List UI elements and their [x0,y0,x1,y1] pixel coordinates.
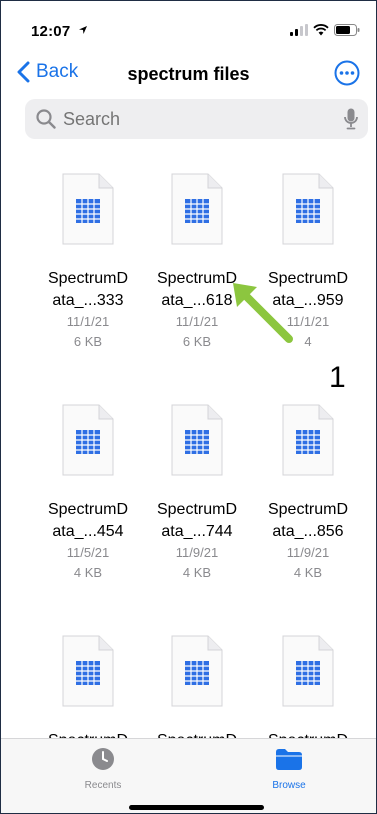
annotation-number: 1 [329,361,346,394]
folder-icon [276,749,302,770]
file-name: SpectrumD ata_...744 [137,499,257,543]
file-item[interactable]: SpectrumD [28,635,148,752]
wifi-icon [313,24,329,36]
spreadsheet-file-icon [282,635,334,707]
tab-recents-label: Recents [84,780,122,791]
file-name-line1: SpectrumD [156,501,238,518]
location-arrow-icon [78,26,87,34]
tab-bar: Recents Browse [1,738,376,813]
file-size: 6 KB [73,334,103,349]
file-date: 11/9/21 [175,545,219,560]
status-time: 12:07 [31,23,88,40]
status-bar: 12:07 [1,1,376,53]
file-item[interactable]: SpectrumD [137,635,257,752]
file-name-line1: SpectrumD [47,501,129,518]
search-bar[interactable] [25,99,368,139]
file-item[interactable]: SpectrumD ata_...856 11/9/21 4 KB [248,404,368,583]
annotation-arrow-icon [233,283,293,343]
microphone-icon[interactable] [344,108,358,130]
spreadsheet-file-icon [171,404,223,476]
file-size: 4 KB [182,565,212,580]
file-name-line2: ata_...333 [52,292,124,309]
tab-browse[interactable]: Browse [239,747,339,791]
search-icon [36,109,56,129]
file-name: SpectrumD ata_...454 [28,499,148,543]
spreadsheet-file-icon [62,173,114,245]
spreadsheet-file-icon [282,173,334,245]
spreadsheet-file-icon [62,404,114,476]
ellipsis-circle-icon[interactable] [334,60,360,86]
spreadsheet-file-icon [62,635,114,707]
home-indicator[interactable] [129,805,264,810]
status-icons [290,24,360,36]
spreadsheet-file-icon [171,173,223,245]
status-time-label: 12:07 [31,23,71,40]
tab-recents[interactable]: Recents [53,747,153,791]
file-item[interactable]: SpectrumD ata_...744 11/9/21 4 KB [137,404,257,583]
search-input[interactable] [61,107,325,131]
battery-icon [334,24,360,36]
file-item[interactable]: SpectrumD [248,635,368,752]
file-name-line1: SpectrumD [47,270,129,287]
phone-screen: 12:07 Back spectrum files Search Spectru… [0,0,377,814]
spreadsheet-file-icon [171,635,223,707]
file-item[interactable]: SpectrumD ata_...454 11/5/21 4 KB [28,404,148,583]
file-size: 4 KB [73,565,103,580]
spreadsheet-file-icon [282,404,334,476]
file-date: 11/9/21 [286,545,330,560]
file-date: 11/5/21 [66,545,110,560]
file-name-line2: ata_...856 [272,523,344,540]
file-size: 4 KB [293,565,323,580]
navigation-bar: Back spectrum files [1,57,376,93]
file-name-line2: ata_...454 [52,523,124,540]
file-item[interactable]: SpectrumD ata_...333 11/1/21 6 KB [28,173,148,352]
signal-icon [290,24,308,36]
file-name: SpectrumD ata_...333 [28,268,148,312]
file-name-line1: SpectrumD [267,501,349,518]
file-date: 11/1/21 [66,314,110,329]
file-name-line2: ata_...744 [161,523,233,540]
page-title: spectrum files [127,64,250,84]
tab-browse-label: Browse [272,780,306,791]
clock-icon [92,748,114,770]
file-name: SpectrumD ata_...856 [248,499,368,543]
